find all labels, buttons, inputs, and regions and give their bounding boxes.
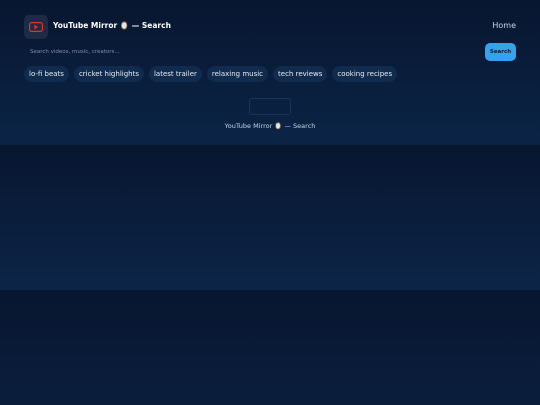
suggestion-chip[interactable]: cooking recipes xyxy=(332,66,398,82)
play-icon xyxy=(29,22,43,32)
app-logo xyxy=(24,15,48,39)
app-title: YouTube Mirror 🪞 — Search xyxy=(53,21,171,30)
footer-caption: YouTube Mirror 🪞 — Search xyxy=(224,122,316,130)
suggestion-chip[interactable]: tech reviews xyxy=(273,66,328,82)
content-section xyxy=(0,145,540,290)
app-header: YouTube Mirror 🪞 — Search Home xyxy=(24,15,516,39)
suggestion-chip[interactable]: cricket highlights xyxy=(73,66,144,82)
search-input[interactable] xyxy=(24,43,480,61)
suggestion-chip[interactable]: lo-fi beats xyxy=(24,66,69,82)
search-button[interactable]: Search xyxy=(485,43,516,61)
suggestion-chip[interactable]: latest trailer xyxy=(148,66,202,82)
home-link[interactable]: Home xyxy=(492,21,516,30)
bottom-section xyxy=(0,290,540,405)
content-placeholder xyxy=(249,98,291,115)
suggestion-chips: lo-fi beats cricket highlights latest trai… xyxy=(24,66,398,82)
suggestion-chip[interactable]: relaxing music xyxy=(206,66,269,82)
search-bar: Search xyxy=(24,43,516,61)
